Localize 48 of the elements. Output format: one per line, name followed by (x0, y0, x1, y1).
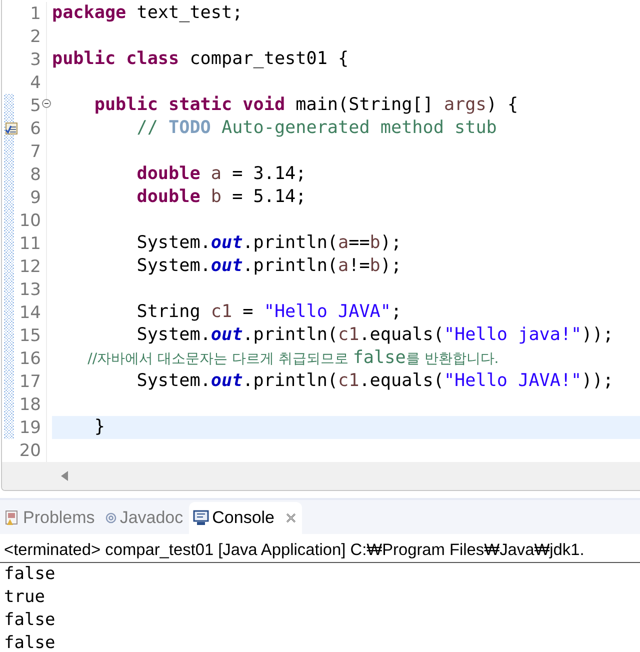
view-tab[interactable]: Javadoc (100, 502, 190, 534)
line-number: 14 (19, 302, 41, 322)
line-number: 18 (19, 394, 41, 414)
code-line: // TODO Auto-generated method stub (136, 117, 498, 140)
console-output: false (4, 632, 56, 652)
view-tab[interactable]: Console (189, 502, 302, 534)
scroll-left-icon[interactable] (61, 471, 69, 481)
line-number: 20 (19, 440, 41, 460)
code-line: public static void main(String[] args) { (93, 94, 520, 117)
line-number: 2 (30, 26, 41, 46)
code-line: //자바에서 대소문자는 다르게 취급되므로 false를 반환합니다. (86, 347, 500, 370)
close-icon[interactable] (286, 513, 296, 523)
line-number: 17 (19, 372, 41, 392)
line-number: 16 (19, 348, 41, 368)
code-line: System.out.println(a==b); (136, 232, 403, 255)
code-line: System.out.println(c1.equals("Hello JAVA!")); (136, 370, 614, 393)
code-editor[interactable] (1, 0, 640, 491)
console-output: false (4, 563, 56, 586)
line-number: 5 (30, 96, 41, 116)
console-output: true (4, 586, 46, 609)
line-number: 13 (19, 280, 41, 300)
code-line: String c1 = "Hello JAVA"; (136, 301, 403, 324)
monitor-icon (193, 510, 210, 526)
line-number: 9 (30, 188, 41, 208)
code-line: System.out.println(a!=b); (136, 255, 403, 278)
line-number: 8 (30, 164, 41, 184)
horizontal-scrollbar[interactable] (2, 462, 640, 490)
line-number: 4 (30, 72, 41, 92)
code-line: double b = 5.14; (136, 186, 308, 209)
line-number: 10 (19, 210, 41, 230)
collapse-icon[interactable] (42, 99, 51, 108)
code-line: package text_test; (52, 2, 244, 25)
line-number: 3 (30, 50, 41, 70)
view-tab[interactable]: Problems (0, 502, 101, 534)
console-header: <terminated> compar_test01 [Java Application] C:₩Program Files₩Java₩jdk1. (0, 534, 640, 563)
line-number: 15 (19, 326, 41, 346)
line-number: 7 (30, 142, 41, 162)
task-icon (5, 122, 18, 135)
line-number: 11 (19, 234, 41, 254)
line-number: 19 (19, 418, 41, 438)
clipboard-warning-icon (4, 510, 20, 526)
line-number: 6 (30, 118, 41, 138)
code-line: public class compar_test01 { (52, 48, 350, 71)
console-output: false (4, 609, 56, 632)
code-line: double a = 3.14; (136, 163, 308, 186)
line-number: 12 (19, 256, 41, 276)
line-number: 1 (30, 4, 41, 24)
code-line: System.out.println(c1.equals("Hello java!")); (136, 324, 614, 347)
